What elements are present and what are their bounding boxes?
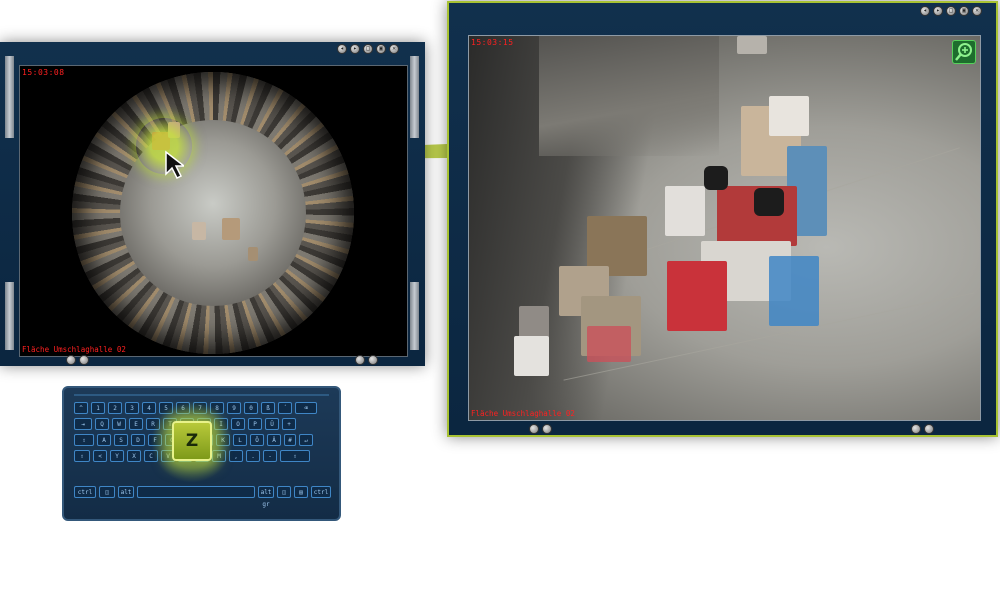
enter-key[interactable]: ↵ xyxy=(299,434,313,446)
mouse-cursor-icon xyxy=(165,150,184,180)
key[interactable]: 1 xyxy=(91,402,105,414)
left-timestamp: 15:03:08 xyxy=(22,68,65,77)
caps-lock-key[interactable]: ⇪ xyxy=(74,434,94,446)
key[interactable]: Y xyxy=(110,450,124,462)
key[interactable]: A xyxy=(97,434,111,446)
key[interactable]: 9 xyxy=(227,402,241,414)
key[interactable]: S xyxy=(114,434,128,446)
backspace-key[interactable]: ⌫ xyxy=(295,402,317,414)
key[interactable]: L xyxy=(233,434,247,446)
key[interactable]: P xyxy=(248,418,262,430)
key[interactable]: 0 xyxy=(244,402,258,414)
alt-key[interactable]: alt xyxy=(118,486,134,498)
next-icon[interactable]: ▸ xyxy=(933,6,943,16)
key[interactable]: Ä xyxy=(267,434,281,446)
forward-icon[interactable] xyxy=(368,355,378,365)
tab-key[interactable]: ⇥ xyxy=(74,418,92,430)
key[interactable]: W xyxy=(112,418,126,430)
fisheye-video-feed[interactable]: 15:03:08 Fläche Umschlaghalle 02 xyxy=(19,65,408,357)
fisheye-overview-window: ◂ ▸ □ ▣ ✕ 15:03:08 Fläche Umschlaghalle … xyxy=(0,42,425,366)
key[interactable]: 2 xyxy=(108,402,122,414)
right-camera-label: Fläche Umschlaghalle 02 xyxy=(471,409,575,418)
key[interactable]: E xyxy=(129,418,143,430)
next-icon[interactable]: ▸ xyxy=(350,44,360,54)
close-icon[interactable]: ✕ xyxy=(389,44,399,54)
spacebar[interactable] xyxy=(137,486,255,498)
forward-icon[interactable] xyxy=(542,424,552,434)
key[interactable]: # xyxy=(284,434,296,446)
key[interactable]: 3 xyxy=(125,402,139,414)
key[interactable]: ´ xyxy=(278,402,292,414)
frame-bar-left-top xyxy=(5,56,14,138)
keyboard-row-5: ctrl ◫ alt alt gr ◫ ▤ ctrl xyxy=(74,486,331,508)
back-icon[interactable] xyxy=(529,424,539,434)
z-key-highlighted[interactable]: Z xyxy=(172,421,212,461)
windows-key[interactable]: ◫ xyxy=(277,486,291,498)
warehouse-scene xyxy=(469,36,980,420)
close-icon[interactable]: ✕ xyxy=(972,6,982,16)
key[interactable]: + xyxy=(282,418,296,430)
key[interactable]: ^ xyxy=(74,402,88,414)
ctrl-key[interactable]: ctrl xyxy=(74,486,96,498)
frame-bar-right-bottom xyxy=(410,282,419,350)
maximize-icon[interactable]: ▣ xyxy=(959,6,969,16)
zoomed-video-feed[interactable]: 15:03:15 Fläche Umschlaghalle 02 xyxy=(468,35,981,421)
key[interactable]: - xyxy=(263,450,277,462)
fisheye-image xyxy=(72,72,354,354)
key[interactable]: X xyxy=(127,450,141,462)
zoom-in-icon[interactable] xyxy=(952,40,976,64)
back-icon[interactable] xyxy=(66,355,76,365)
key[interactable]: ß xyxy=(261,402,275,414)
zoomed-detail-window: ◂ ▸ □ ▣ ✕ 15:03:15 Fläche Umschlaghalle … xyxy=(447,1,998,437)
alt-gr-key[interactable]: alt gr xyxy=(258,486,274,508)
key[interactable]: 4 xyxy=(142,402,156,414)
shift-key[interactable]: ⇧ xyxy=(74,450,90,462)
back-icon[interactable] xyxy=(355,355,365,365)
maximize-icon[interactable]: ▣ xyxy=(376,44,386,54)
forward-icon[interactable] xyxy=(924,424,934,434)
right-window-controls: ◂ ▸ □ ▣ ✕ xyxy=(920,6,982,16)
menu-key[interactable]: ▤ xyxy=(294,486,308,498)
right-timestamp: 15:03:15 xyxy=(471,38,514,47)
left-window-controls: ◂ ▸ □ ▣ ✕ xyxy=(337,44,399,54)
ctrl-key[interactable]: ctrl xyxy=(311,486,331,498)
key[interactable]: < xyxy=(93,450,107,462)
key[interactable]: Ö xyxy=(250,434,264,446)
key[interactable]: D xyxy=(131,434,145,446)
prev-icon[interactable]: ◂ xyxy=(920,6,930,16)
windows-key[interactable]: ◫ xyxy=(99,486,115,498)
left-nav-controls xyxy=(66,355,89,365)
shift-key[interactable]: ⇧ xyxy=(280,450,310,462)
left-nav-controls-right xyxy=(355,355,378,365)
restore-icon[interactable]: □ xyxy=(363,44,373,54)
keyboard-top-strip xyxy=(74,394,329,396)
frame-bar-right-top xyxy=(410,56,419,138)
forward-icon[interactable] xyxy=(79,355,89,365)
left-camera-label: Fläche Umschlaghalle 02 xyxy=(22,345,126,354)
key[interactable]: . xyxy=(246,450,260,462)
restore-icon[interactable]: □ xyxy=(946,6,956,16)
key[interactable]: Ü xyxy=(265,418,279,430)
right-nav-controls-right xyxy=(911,424,934,434)
frame-bar-left-bottom xyxy=(5,282,14,350)
prev-icon[interactable]: ◂ xyxy=(337,44,347,54)
back-icon[interactable] xyxy=(911,424,921,434)
key[interactable]: Q xyxy=(95,418,109,430)
key[interactable]: O xyxy=(231,418,245,430)
right-nav-controls xyxy=(529,424,552,434)
